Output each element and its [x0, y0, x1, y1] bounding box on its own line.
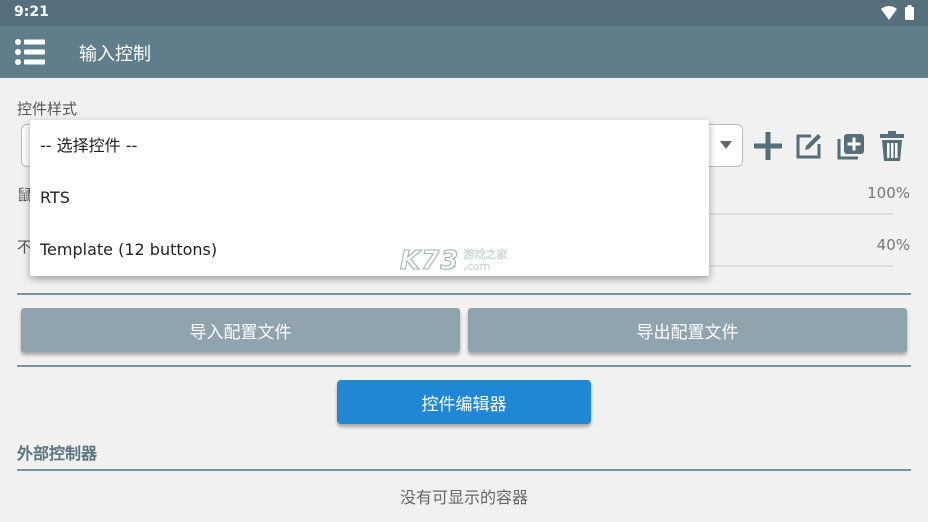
page-title: 输入控制 [79, 44, 151, 65]
battery-icon [905, 5, 914, 20]
divider [17, 293, 911, 295]
divider [17, 365, 911, 367]
export-config-button[interactable]: 导出配置文件 [468, 308, 907, 352]
delete-control-button[interactable] [875, 128, 909, 164]
dropdown-option-rts[interactable]: RTS [30, 172, 709, 224]
menu-list-icon[interactable] [15, 39, 45, 65]
copy-control-button[interactable] [834, 128, 868, 164]
control-style-label: 控件样式 [17, 100, 78, 118]
mouse-speed-value: 100% [867, 184, 910, 202]
control-style-dropdown: -- 选择控件 -- RTS Template (12 buttons) [30, 120, 709, 276]
edit-icon [796, 134, 821, 159]
plus-icon [754, 132, 782, 160]
control-editor-button[interactable]: 控件编辑器 [337, 380, 591, 424]
wifi-icon [881, 5, 897, 20]
duplicate-icon [837, 134, 864, 160]
divider [17, 469, 911, 471]
opacity-value: 40% [876, 236, 910, 254]
status-icons [881, 5, 914, 20]
dropdown-arrow-icon [720, 141, 732, 149]
add-control-button[interactable] [751, 128, 785, 164]
app-bar: 输入控制 [0, 26, 928, 78]
import-config-button[interactable]: 导入配置文件 [21, 308, 460, 352]
external-controllers-title: 外部控制器 [17, 444, 98, 463]
dropdown-option-template[interactable]: Template (12 buttons) [30, 224, 709, 276]
trash-icon [880, 131, 904, 161]
empty-list-message: 没有可显示的容器 [399, 488, 528, 507]
dropdown-option-none[interactable]: -- 选择控件 -- [30, 120, 709, 172]
edit-control-button[interactable] [792, 128, 826, 164]
status-bar: 9:21 [0, 0, 928, 26]
status-time: 9:21 [14, 4, 49, 20]
